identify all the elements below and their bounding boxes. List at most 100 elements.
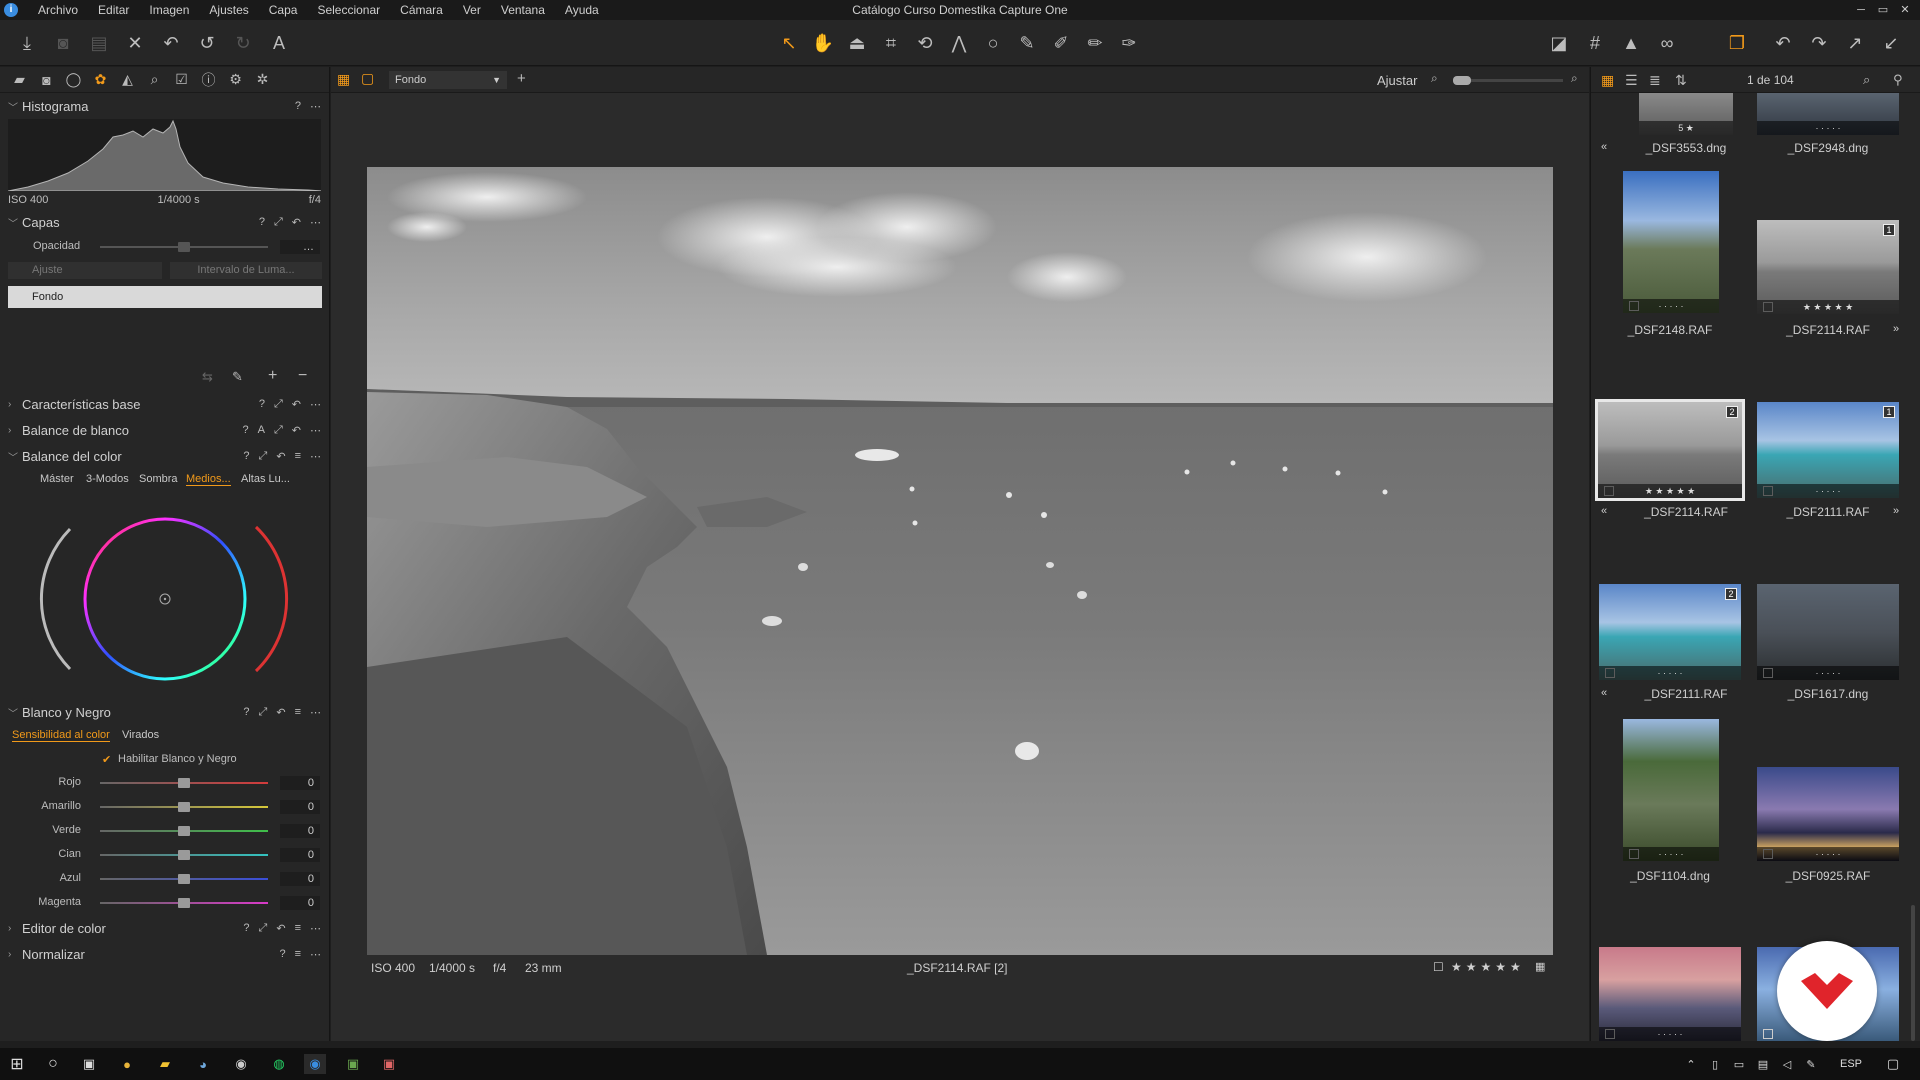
help-icon[interactable]: ? bbox=[295, 100, 301, 113]
thumbnail-selected[interactable]: 2 ★ ★ ★ ★ ★ bbox=[1595, 399, 1745, 501]
volume-icon[interactable]: ◁ bbox=[1776, 1054, 1798, 1074]
zoom-out-icon[interactable]: ⌕ bbox=[1431, 71, 1438, 86]
next-variant-icon[interactable]: » bbox=[1893, 505, 1899, 517]
picker-icon[interactable]: ✎ bbox=[1014, 30, 1040, 56]
sort-icon[interactable]: ⇅ bbox=[1675, 72, 1687, 89]
details-tab-icon[interactable]: ⌕ bbox=[141, 71, 168, 88]
rotate-left-icon[interactable]: ↶ bbox=[1770, 30, 1796, 56]
more-icon[interactable]: ⋯ bbox=[310, 100, 321, 113]
thumbnail[interactable]: 1 ★ ★ ★ ★ ★ bbox=[1757, 220, 1899, 314]
prev-variant-icon[interactable]: « bbox=[1601, 687, 1607, 699]
reset-icon[interactable]: ↶ bbox=[276, 706, 285, 719]
filmstrip-icon[interactable]: ≣ bbox=[1649, 72, 1661, 89]
normalize-header[interactable]: › Normalizar ? ≡ ⋯ bbox=[0, 941, 329, 967]
apply-settings-icon[interactable]: ↙ bbox=[1878, 30, 1904, 56]
help-icon[interactable]: ? bbox=[243, 706, 249, 719]
thumb-rating-dots[interactable]: · · · · · bbox=[1757, 847, 1899, 861]
tab-highlights[interactable]: Altas Lu... bbox=[241, 473, 290, 485]
select-checkbox[interactable]: ☐ bbox=[1433, 960, 1444, 974]
redo-icon[interactable]: ↻ bbox=[230, 30, 256, 56]
bw-slider-knob[interactable] bbox=[178, 778, 190, 788]
bw-slider-value[interactable]: 0 bbox=[280, 848, 320, 862]
layer-item-fondo[interactable]: Fondo bbox=[8, 286, 322, 308]
zoom-icon[interactable]: ⌕ bbox=[1863, 72, 1870, 88]
finder-icon[interactable]: ◕ bbox=[192, 1054, 214, 1074]
mask-brush-icon[interactable]: ✏ bbox=[1082, 30, 1108, 56]
thumbnail[interactable]: · · · · · bbox=[1757, 93, 1899, 135]
capture-tab-icon[interactable]: ◙ bbox=[33, 72, 60, 88]
batch-tab-icon[interactable]: ✲ bbox=[249, 71, 276, 88]
library-tab-icon[interactable]: ▰ bbox=[6, 71, 33, 88]
minimize-icon[interactable]: ─ bbox=[1850, 0, 1872, 20]
main-photo[interactable] bbox=[367, 167, 1553, 955]
histogram-header[interactable]: ﹀ Histograma ? ⋯ bbox=[0, 93, 329, 119]
thumb-rating-dots[interactable]: · · · · · bbox=[1757, 121, 1899, 135]
menu-imagen[interactable]: Imagen bbox=[139, 0, 199, 20]
thumb-checkbox[interactable] bbox=[1763, 1029, 1773, 1039]
chrome-icon[interactable]: ● bbox=[116, 1054, 138, 1074]
bw-slider-knob[interactable] bbox=[178, 874, 190, 884]
perspective-icon[interactable]: ⋀ bbox=[946, 30, 972, 56]
thumb-rating-stars[interactable]: ★ ★ ★ ★ ★ bbox=[1598, 484, 1742, 498]
white-balance-header[interactable]: › Balance de blanco ? A ⤢ ↶ ⋯ bbox=[0, 417, 329, 443]
luma-range-button[interactable]: Intervalo de Luma... bbox=[170, 262, 322, 279]
brush-icon[interactable]: ✐ bbox=[1048, 30, 1074, 56]
language-indicator[interactable]: ESP bbox=[1838, 1054, 1864, 1074]
tab-master[interactable]: Máster bbox=[40, 473, 74, 485]
pin-icon[interactable]: ⤢ bbox=[259, 706, 268, 719]
menu-icon[interactable]: ≡ bbox=[295, 450, 301, 463]
copy-adjust-icon[interactable]: ❐ bbox=[1724, 30, 1750, 56]
close-icon[interactable]: ✕ bbox=[1894, 0, 1916, 20]
menu-ventana[interactable]: Ventana bbox=[491, 0, 555, 20]
thumbnail[interactable]: · · · · · bbox=[1757, 767, 1899, 861]
task-view-icon[interactable]: ▣ bbox=[78, 1054, 100, 1074]
help-icon[interactable]: ? bbox=[259, 216, 265, 229]
base-characteristics-header[interactable]: › Características base ? ⤢ ↶ ⋯ bbox=[0, 391, 329, 417]
bw-slider-value[interactable]: 0 bbox=[280, 824, 320, 838]
reset-icon[interactable]: ↶ bbox=[292, 398, 301, 411]
metadata-tab-icon[interactable]: ⓘ bbox=[195, 70, 222, 90]
chevron-up-icon[interactable]: ⌃ bbox=[1680, 1054, 1702, 1074]
color-tag-icon[interactable]: ▦ bbox=[1535, 960, 1545, 973]
menu-archivo[interactable]: Archivo bbox=[28, 0, 88, 20]
pin-icon[interactable]: ⤢ bbox=[274, 424, 283, 437]
help-icon[interactable]: ? bbox=[279, 948, 285, 961]
select-cursor-icon[interactable]: ↖ bbox=[776, 30, 802, 56]
proof-glasses-icon[interactable]: ∞ bbox=[1654, 30, 1680, 56]
copy-settings-icon[interactable]: ↗ bbox=[1842, 30, 1868, 56]
bw-slider-value[interactable]: 0 bbox=[280, 872, 320, 886]
pen-icon[interactable]: ✎ bbox=[1800, 1054, 1822, 1074]
color-wheel[interactable] bbox=[0, 491, 330, 691]
layers-header[interactable]: ﹀ Capas ? ⤢ ↶ ⋯ bbox=[0, 209, 329, 235]
adjust-dropdown[interactable]: Ajuste bbox=[8, 262, 162, 279]
help-icon[interactable]: ? bbox=[243, 424, 249, 437]
text-tool-icon[interactable]: A bbox=[266, 30, 292, 56]
help-icon[interactable]: ? bbox=[259, 398, 265, 411]
rating-stars[interactable]: ★★★★★ bbox=[1451, 960, 1525, 974]
more-icon[interactable]: ⋯ bbox=[310, 706, 321, 719]
thumb-rating-dots[interactable]: · · · · · bbox=[1623, 847, 1719, 861]
app-icon[interactable]: i bbox=[4, 3, 18, 17]
thumb-rating[interactable]: 5 ★ bbox=[1639, 121, 1733, 135]
swap-icon[interactable]: ⇆ bbox=[202, 369, 213, 385]
color-editor-header[interactable]: › Editor de color ? ⤢ ↶ ≡ ⋯ bbox=[0, 915, 329, 941]
prev-variant-icon[interactable]: « bbox=[1601, 141, 1607, 153]
tab-shadow[interactable]: Sombra bbox=[139, 473, 178, 485]
bw-slider-knob[interactable] bbox=[178, 850, 190, 860]
more-icon[interactable]: ⋯ bbox=[310, 424, 321, 437]
menu-editar[interactable]: Editar bbox=[88, 0, 139, 20]
capture-one-icon[interactable]: ◉ bbox=[230, 1054, 252, 1074]
spot-removal-icon[interactable]: ○ bbox=[980, 30, 1006, 56]
thumbnail[interactable]: · · · · · bbox=[1757, 584, 1899, 680]
opacity-value[interactable]: … bbox=[280, 240, 320, 254]
exposure-tab-icon[interactable]: ◭ bbox=[114, 71, 141, 88]
windows-start-icon[interactable]: ⊞ bbox=[6, 1054, 28, 1074]
menu-icon[interactable]: ≡ bbox=[295, 706, 301, 719]
more-icon[interactable]: ⋯ bbox=[310, 450, 321, 463]
menu-ver[interactable]: Ver bbox=[453, 0, 491, 20]
keystone-icon[interactable]: ⏏ bbox=[844, 30, 870, 56]
thumb-rating-dots[interactable]: · · · · · bbox=[1757, 484, 1899, 498]
crop-icon[interactable]: ⌗ bbox=[878, 30, 904, 56]
remove-layer-icon[interactable]: − bbox=[298, 367, 307, 385]
menu-camara[interactable]: Cámara bbox=[390, 0, 453, 20]
